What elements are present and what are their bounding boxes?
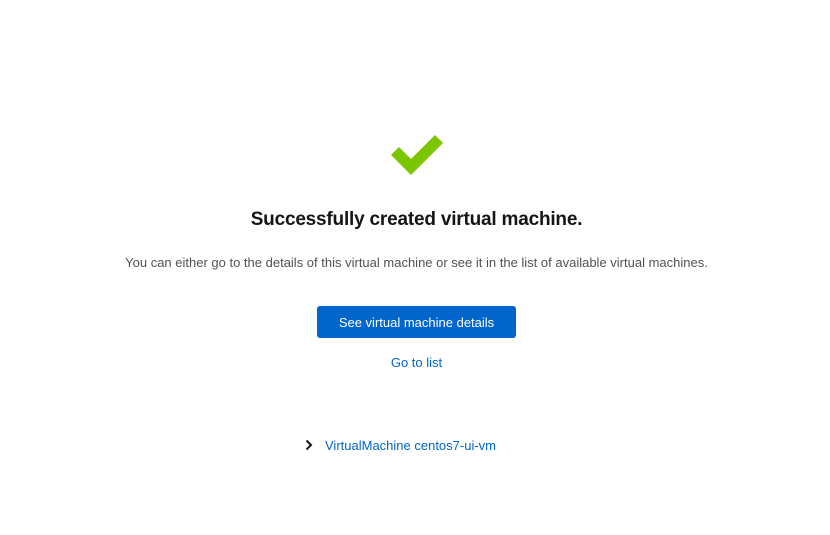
success-description: You can either go to the details of this… (125, 255, 708, 270)
go-to-list-link[interactable]: Go to list (0, 355, 830, 370)
creation-success-page: Successfully created virtual machine. Yo… (0, 0, 830, 535)
vm-resource-label: VirtualMachine centos7-ui-vm (325, 437, 496, 453)
check-icon (391, 135, 443, 175)
success-title: Successfully created virtual machine. (250, 209, 583, 230)
chevron-right-icon (305, 439, 313, 451)
see-vm-details-button[interactable]: See virtual machine details (317, 306, 516, 338)
vm-resource-toggle[interactable]: VirtualMachine centos7-ui-vm (302, 436, 496, 454)
